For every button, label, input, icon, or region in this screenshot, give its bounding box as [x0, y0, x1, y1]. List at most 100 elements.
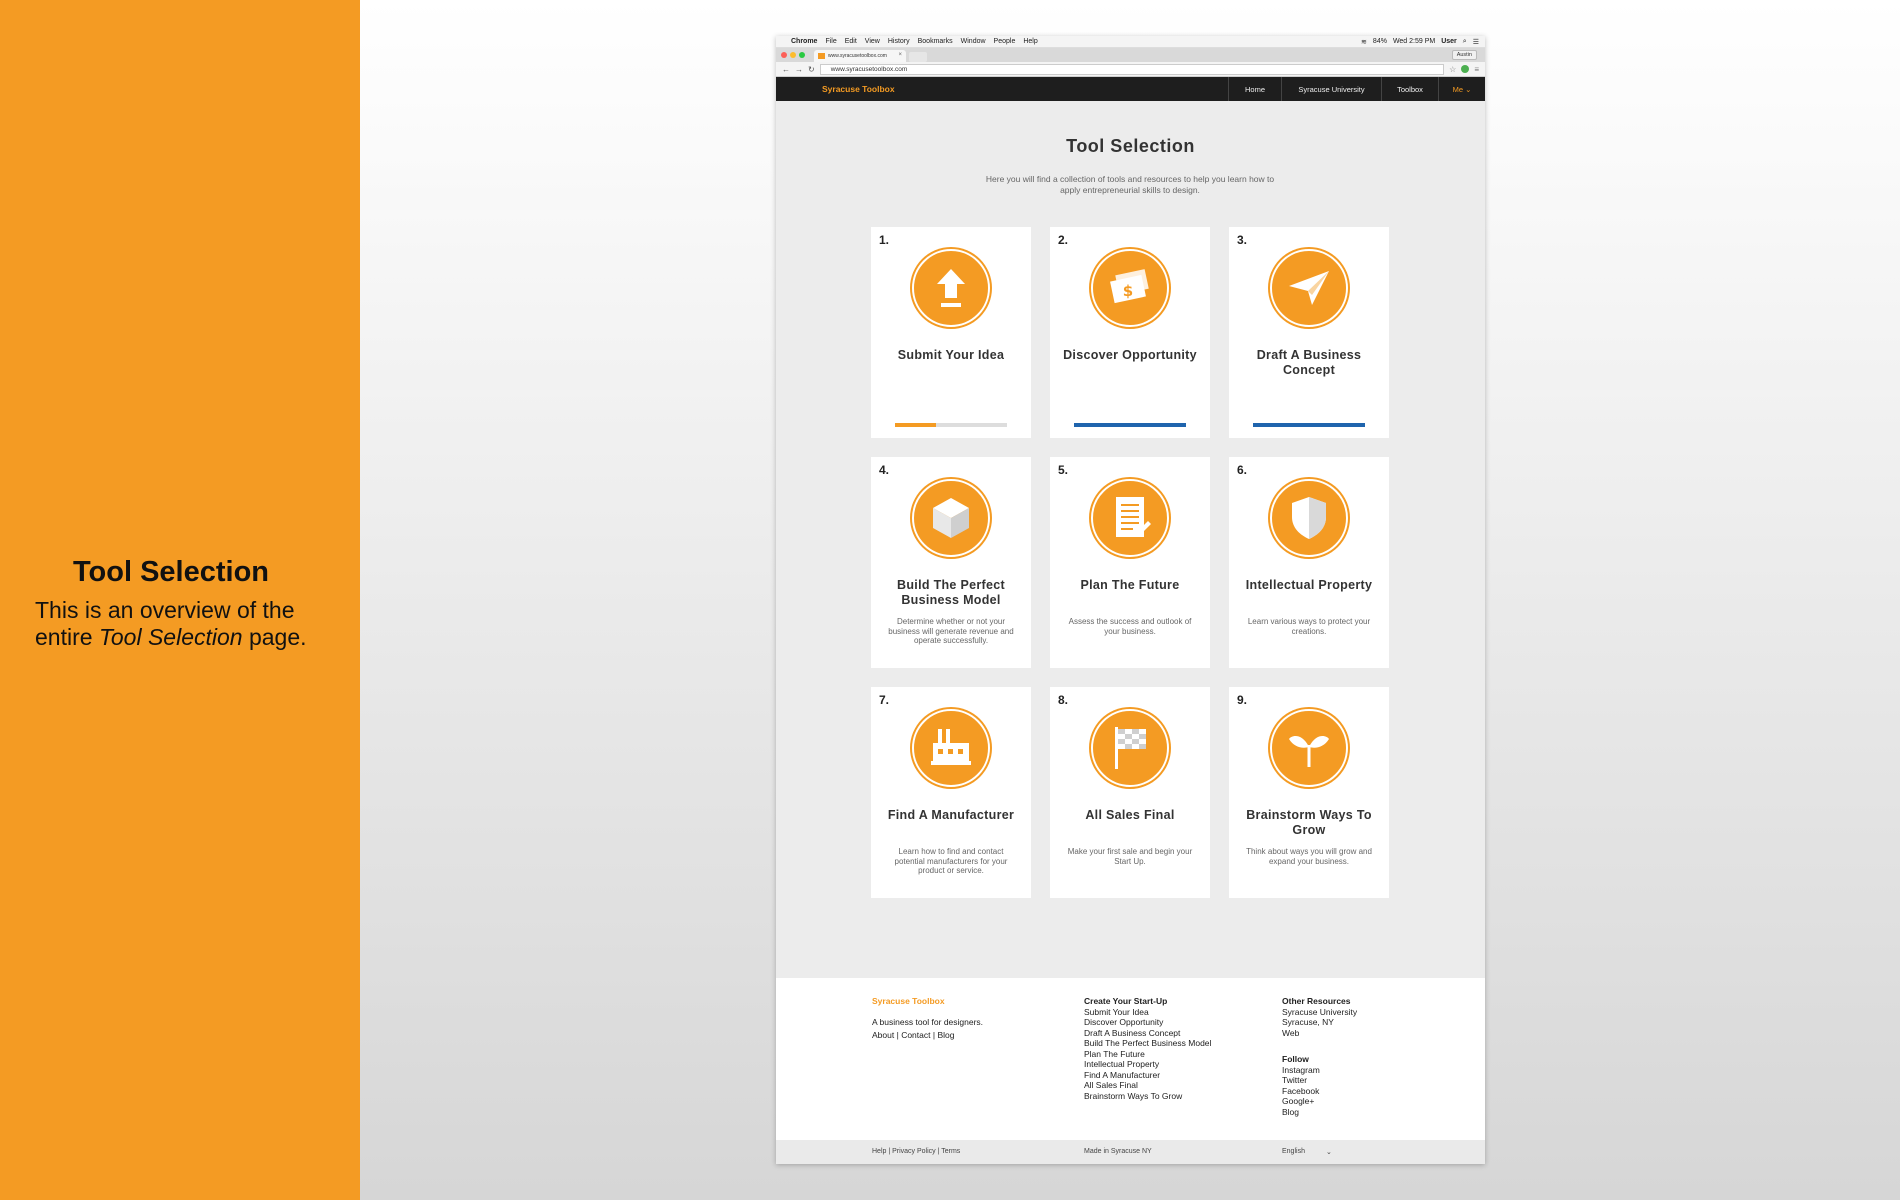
tool-card-2[interactable]: 2. $ Discover Opportunity [1050, 227, 1210, 438]
card-number: 7. [879, 693, 890, 707]
nav-me-dropdown[interactable]: Me ⌄ [1438, 77, 1485, 101]
site-navbar: Syracuse Toolbox Home Syracuse Universit… [776, 77, 1485, 101]
close-window-button[interactable] [781, 52, 787, 58]
menu-app-name[interactable]: Chrome [791, 38, 817, 45]
menu-view[interactable]: View [865, 38, 880, 45]
tab-close-icon[interactable]: × [898, 52, 902, 58]
footer-startup-link[interactable]: Submit Your Idea [1084, 1007, 1254, 1018]
desc-suffix: page. [242, 624, 307, 650]
page-title: Tool Selection [1066, 136, 1195, 156]
checkered-flag-icon [1091, 709, 1169, 787]
progress-bar [1253, 423, 1365, 427]
footer-follow-link[interactable]: Twitter [1282, 1075, 1432, 1086]
card-title: Discover Opportunity [1063, 348, 1197, 362]
nav-home[interactable]: Home [1228, 77, 1281, 101]
url-field[interactable]: www.syracusetoolbox.com [819, 63, 1445, 75]
footer-startup-link[interactable]: Build The Perfect Business Model [1084, 1038, 1254, 1049]
progress-bar [1074, 423, 1186, 427]
footer-startup-link[interactable]: Draft A Business Concept [1084, 1028, 1254, 1039]
footer-startup-link[interactable]: Plan The Future [1084, 1049, 1254, 1060]
nav-links: Home Syracuse University Toolbox Me ⌄ [1228, 77, 1485, 101]
battery-status[interactable]: 84% [1373, 38, 1387, 46]
menu-file[interactable]: File [825, 38, 836, 45]
footer-startup-link[interactable]: Discover Opportunity [1084, 1017, 1254, 1028]
card-title: Draft A Business Concept [1256, 348, 1362, 377]
footer-blog-link[interactable]: Blog [937, 1030, 954, 1040]
tool-card-6[interactable]: 6. Intellectual Property Learn various w… [1229, 457, 1389, 668]
profile-button[interactable]: Austin [1451, 50, 1477, 60]
language-select[interactable]: English [1282, 1148, 1305, 1155]
menu-window[interactable]: Window [961, 38, 986, 45]
footer-follow-link[interactable]: Google+ [1282, 1096, 1432, 1107]
card-description: Learn how to find and contact potential … [894, 847, 1008, 875]
progress-fill [1253, 423, 1365, 427]
card-number: 2. [1058, 233, 1069, 247]
favicon-icon [818, 53, 825, 59]
footer-tagline: A business tool for designers. [872, 1016, 984, 1027]
card-description: Learn various ways to protect your creat… [1247, 617, 1371, 636]
tool-card-8[interactable]: 8. All Sales Final Make your first sale … [1050, 687, 1210, 898]
footer-resources-heading: Other Resources [1282, 996, 1351, 1006]
footer-startup-link[interactable]: All Sales Final [1084, 1080, 1254, 1091]
new-tab-button[interactable] [909, 52, 927, 62]
menu-history[interactable]: History [888, 38, 910, 45]
wifi-icon[interactable]: ≋ [1361, 38, 1367, 46]
back-icon[interactable]: ← [782, 65, 790, 74]
tool-card-5[interactable]: 5. Plan The Future Assess the success an… [1050, 457, 1210, 668]
minimize-window-button[interactable] [790, 52, 796, 58]
extension-icon[interactable] [1461, 65, 1470, 73]
footer-about-column: Syracuse Toolbox A business tool for des… [872, 996, 1042, 1041]
address-bar-row: ← → ↻ www.syracusetoolbox.com ☆ ≡ [776, 62, 1485, 77]
desc-italic: Tool Selection [98, 624, 243, 650]
footer-startup-link[interactable]: Intellectual Property [1084, 1059, 1254, 1070]
card-title: Submit Your Idea [897, 348, 1005, 362]
footer-startup-link[interactable]: Brainstorm Ways To Grow [1084, 1091, 1254, 1102]
menu-help[interactable]: Help [1023, 38, 1037, 45]
chrome-menu-icon[interactable]: ≡ [1474, 65, 1479, 74]
footer-follow-link[interactable]: Facebook [1282, 1086, 1432, 1097]
footer-separator: | [896, 1030, 899, 1040]
footer-startup-link[interactable]: Find A Manufacturer [1084, 1070, 1254, 1081]
site-brand[interactable]: Syracuse Toolbox [822, 84, 895, 94]
nav-toolbox[interactable]: Toolbox [1381, 77, 1438, 101]
footer-contact-link[interactable]: Contact [901, 1030, 930, 1040]
bookmark-star-icon[interactable]: ☆ [1449, 65, 1456, 74]
menubar-user[interactable]: User [1441, 38, 1457, 46]
mac-menubar: Chrome File Edit View History Bookmarks … [776, 36, 1485, 48]
footer-follow-link[interactable]: Instagram [1282, 1065, 1432, 1076]
page-intro: Here you will find a collection of tools… [985, 174, 1275, 195]
menu-people[interactable]: People [994, 38, 1016, 45]
card-number: 8. [1058, 693, 1069, 707]
footer-about-link[interactable]: About [872, 1030, 894, 1040]
card-title: Brainstorm Ways To Grow [1246, 808, 1372, 837]
footer-resource-link[interactable]: Syracuse University [1282, 1007, 1432, 1018]
sprout-icon [1270, 709, 1348, 787]
footer-follow-link[interactable]: Blog [1282, 1107, 1432, 1118]
forward-icon[interactable]: → [795, 65, 803, 74]
tool-card-4[interactable]: 4. Build The Perfect Business Model Dete… [871, 457, 1031, 668]
progress-bar [895, 423, 1007, 427]
footer-resource-link[interactable]: Web [1282, 1028, 1432, 1039]
footer-brand[interactable]: Syracuse Toolbox [872, 996, 1042, 1007]
tool-card-7[interactable]: 7. Find A Manufacturer Learn how to find… [871, 687, 1031, 898]
card-description: Determine whether or not your business w… [888, 617, 1014, 645]
zoom-window-button[interactable] [799, 52, 805, 58]
card-description: Assess the success and outlook of your b… [1068, 617, 1192, 636]
list-icon[interactable]: ☰ [1473, 38, 1479, 46]
clock[interactable]: Wed 2:59 PM [1393, 38, 1435, 46]
legal-links[interactable]: Help | Privacy Policy | Terms [872, 1148, 960, 1155]
nav-syracuse-university[interactable]: Syracuse University [1281, 77, 1381, 101]
tool-card-1[interactable]: 1. Submit Your Idea [871, 227, 1031, 438]
chevron-down-icon[interactable]: ⌄ [1326, 1148, 1332, 1156]
menu-bookmarks[interactable]: Bookmarks [918, 38, 953, 45]
tool-card-3[interactable]: 3. Draft A Business Concept [1229, 227, 1389, 438]
menu-edit[interactable]: Edit [845, 38, 857, 45]
browser-tab[interactable]: www.syracusetoolbox.com × [814, 50, 906, 62]
tool-card-9[interactable]: 9. Brainstorm Ways To Grow Think about w… [1229, 687, 1389, 898]
paper-plane-icon [1270, 249, 1348, 327]
reload-icon[interactable]: ↻ [808, 65, 815, 74]
search-icon[interactable]: ⌕ [1463, 38, 1467, 46]
card-description: Make your first sale and begin your Star… [1067, 847, 1193, 866]
browser-window: Chrome File Edit View History Bookmarks … [776, 36, 1485, 1164]
card-title: Intellectual Property [1245, 578, 1373, 592]
